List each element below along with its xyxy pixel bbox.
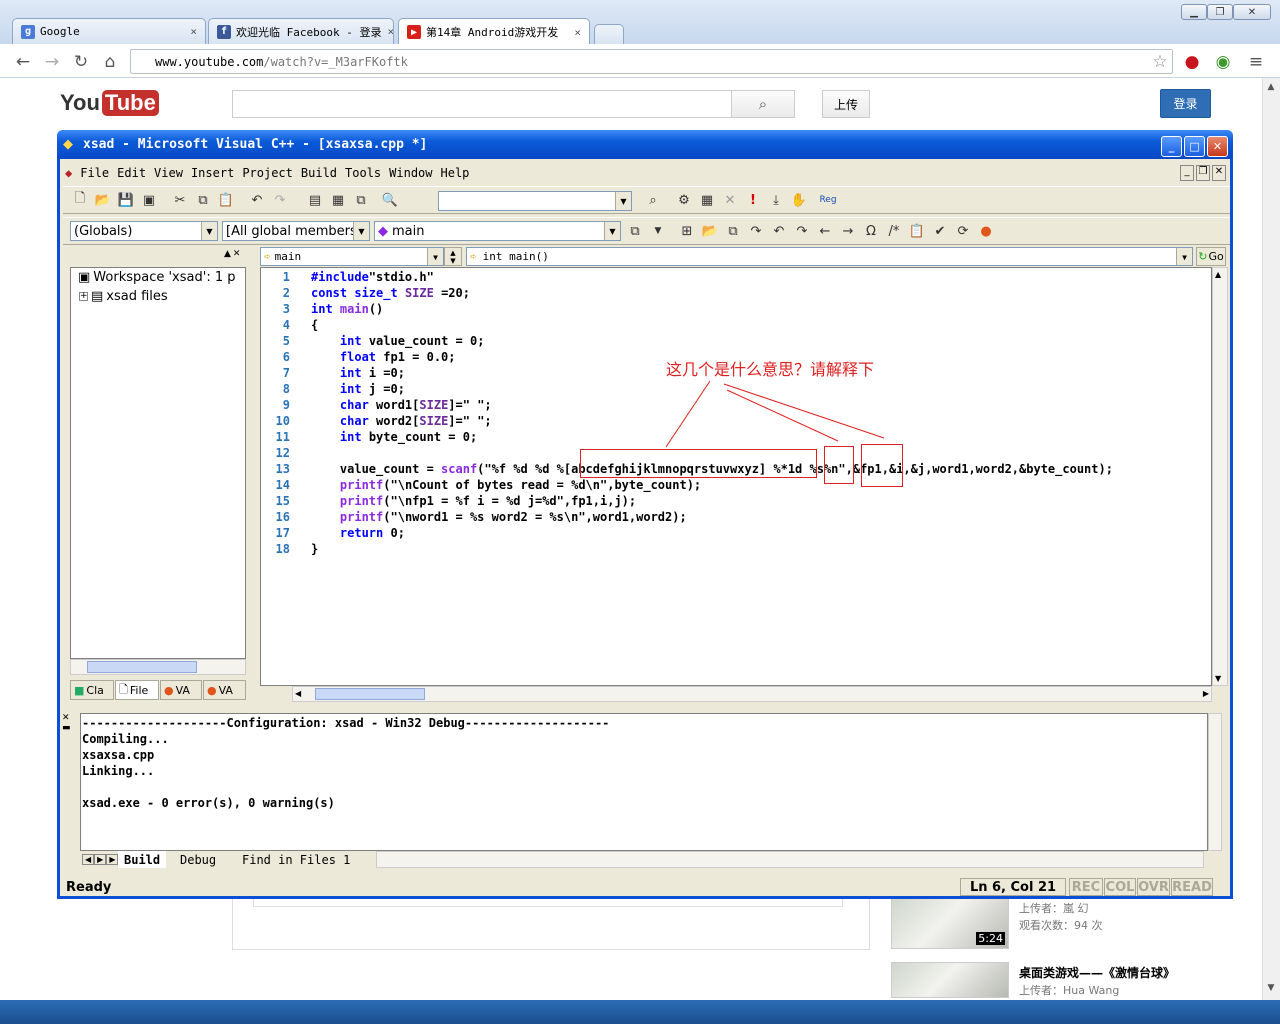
first-tab-icon[interactable]: ◀ [82, 854, 95, 865]
status-col: COL [1104, 878, 1136, 896]
output-line: Linking... [82, 764, 155, 778]
cursor-position: Ln 6, Col 21 [960, 878, 1066, 896]
output-pane [80, 713, 1208, 851]
tab-debug[interactable]: Debug [174, 851, 222, 868]
status-rec: REC [1069, 878, 1103, 896]
annotation-line [723, 383, 885, 439]
output-line: xsaxsa.cpp [82, 748, 155, 762]
output-controls: ✕ ▬ [62, 713, 76, 743]
annotation-box [824, 446, 854, 484]
output-vscroll[interactable] [1208, 713, 1222, 851]
taskbar [0, 1000, 1280, 1024]
output-line: Compiling... [82, 732, 169, 746]
tab-find-in-files[interactable]: Find in Files 1 [236, 851, 356, 868]
annotation-line [665, 380, 711, 448]
output-tab-nav: ◀ ▶ ▶ [82, 851, 119, 868]
annotation-lines [665, 380, 885, 448]
output-hscroll[interactable] [376, 851, 1204, 868]
next-tab-icon[interactable]: ▶ [94, 854, 107, 865]
dock-icon[interactable]: ▬ [62, 723, 71, 733]
annotation-box [580, 449, 817, 478]
status-read: READ [1171, 878, 1213, 896]
annotation-box [861, 444, 903, 487]
annotation-line [726, 389, 839, 442]
output-line: xsad.exe - 0 error(s), 0 warning(s) [82, 796, 335, 810]
output-line: --------------------Configuration: xsad … [82, 716, 610, 730]
last-tab-icon[interactable]: ▶ [106, 854, 119, 865]
close-icon[interactable]: ✕ [62, 713, 70, 723]
tab-build[interactable]: Build [118, 851, 167, 868]
status-ovr: OVR [1137, 878, 1170, 896]
status-ready: Ready [66, 879, 112, 895]
